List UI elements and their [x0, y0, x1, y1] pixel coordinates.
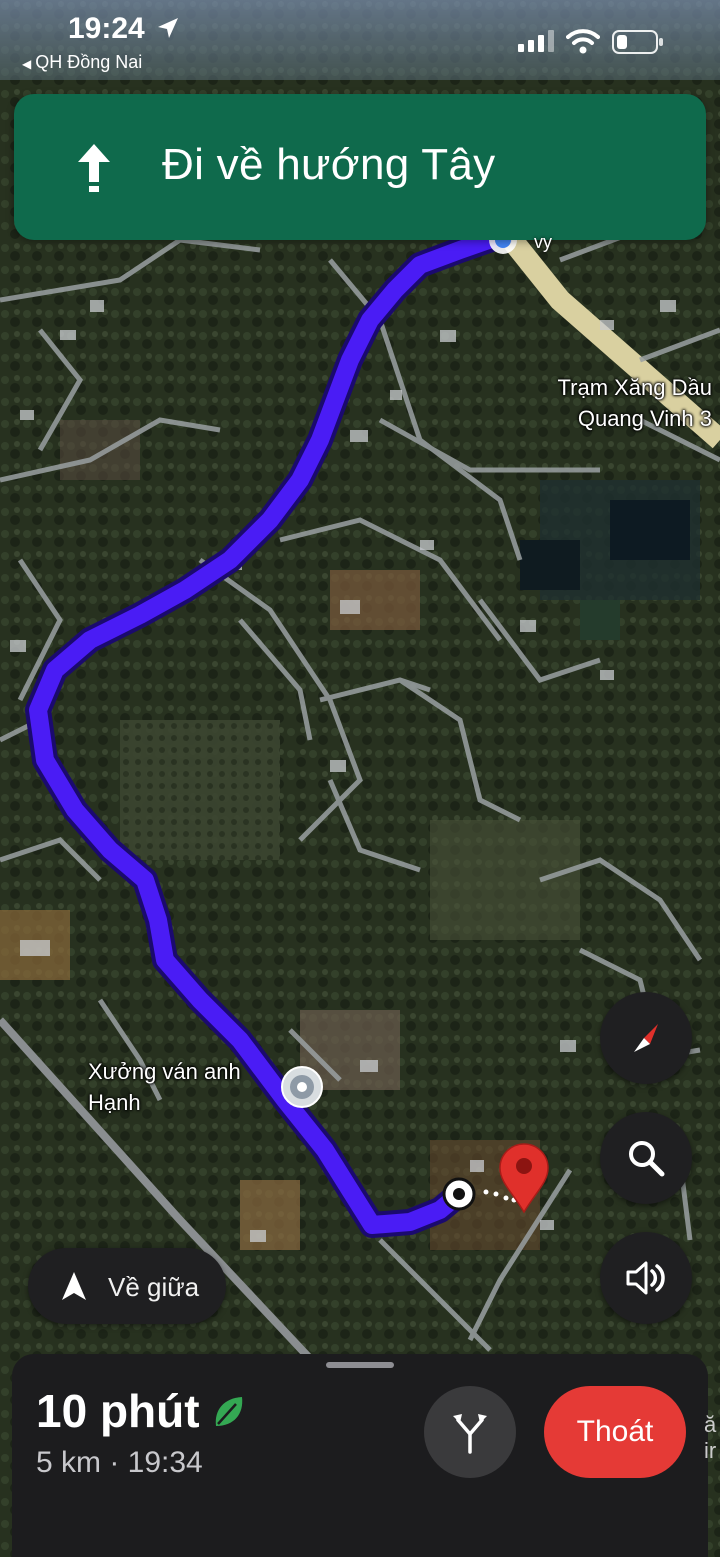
trip-duration-text: 10 phút — [36, 1385, 200, 1437]
sheet-drag-handle[interactable] — [326, 1362, 394, 1368]
back-to-app-link[interactable]: ◀ QH Đồng Nai — [22, 52, 142, 73]
workshop-label[interactable]: Xưởng ván anh Hạnh — [88, 1056, 241, 1118]
compass-button[interactable] — [600, 992, 692, 1084]
status-time: 19:24 — [68, 12, 145, 45]
recenter-button[interactable]: Về giữa — [28, 1248, 226, 1324]
battery-icon — [612, 30, 663, 54]
road-label-fragment: vy — [534, 232, 552, 252]
offscreen-text-fragment: ă ir — [704, 1412, 716, 1464]
volume-icon — [626, 1261, 665, 1295]
search-icon — [629, 1141, 665, 1177]
edge-fragment-1: ă — [704, 1412, 717, 1437]
exit-navigation-button[interactable]: Thoát — [544, 1386, 686, 1478]
cellular-signal-icon — [518, 30, 554, 52]
alternate-routes-button[interactable] — [424, 1386, 516, 1478]
gas-station-label-line1: Trạm Xăng Dầu — [557, 375, 712, 400]
workshop-label-line2: Hạnh — [88, 1090, 141, 1115]
straight-arrow-icon — [78, 144, 110, 192]
location-arrow-icon — [158, 18, 178, 38]
gas-station-label[interactable]: Trạm Xăng Dầu Quang Vinh 3 — [558, 372, 712, 434]
workshop-label-line1: Xưởng ván anh — [88, 1059, 241, 1084]
navigation-arrow-icon — [62, 1272, 86, 1300]
edge-fragment-2: ir — [704, 1438, 717, 1463]
navigation-instruction: Đi về hướng Tây — [162, 140, 496, 189]
trip-duration: 10 phút — [36, 1384, 200, 1438]
gas-station-label-line2: Quang Vinh 3 — [577, 406, 712, 431]
trip-distance-arrival: 5 km · 19:34 — [36, 1446, 203, 1479]
search-button[interactable] — [600, 1112, 692, 1204]
compass-icon — [634, 1024, 658, 1052]
back-app-label: QH Đồng Nai — [35, 52, 143, 72]
route-fork-icon — [453, 1414, 487, 1454]
back-triangle-icon: ◀ — [22, 57, 32, 71]
recenter-label: Về giữa — [108, 1272, 200, 1302]
sound-button[interactable] — [600, 1232, 692, 1324]
status-bar: 19:24 ◀ QH Đồng Nai — [0, 0, 720, 80]
wifi-icon — [566, 29, 600, 54]
eco-leaf-icon — [215, 1397, 243, 1426]
navigation-instruction-banner[interactable]: Đi về hướng Tây — [14, 94, 706, 240]
